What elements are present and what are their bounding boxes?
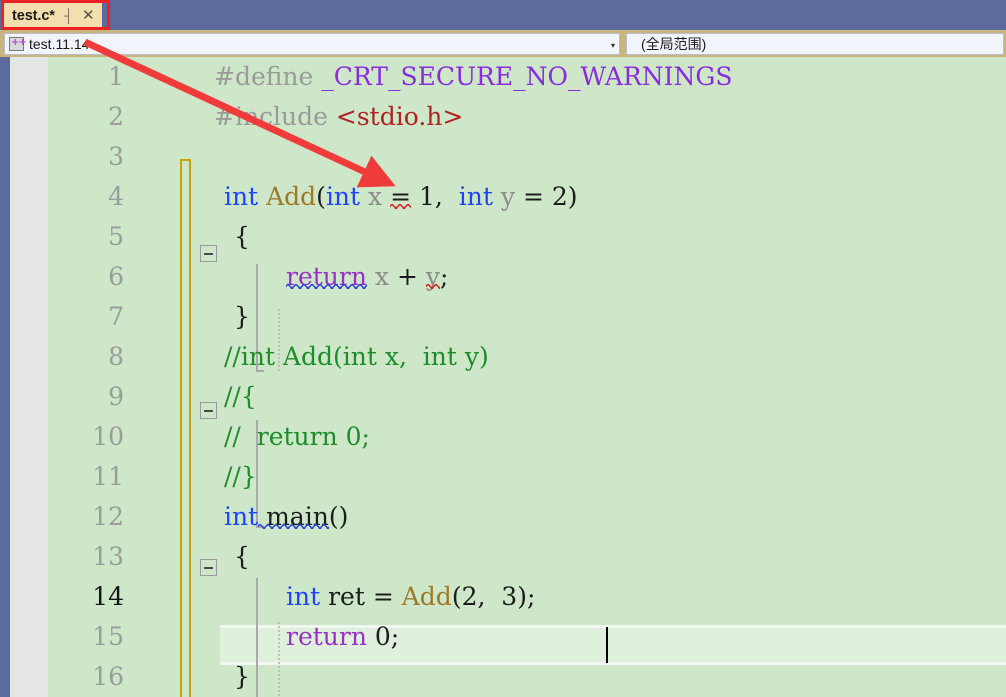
token-var-y-error: y	[425, 262, 440, 291]
chevron-down-icon[interactable]: ▾	[611, 34, 615, 56]
editor-breakpoint-gutter[interactable]	[10, 57, 48, 697]
code-editor[interactable]: 1 #define _CRT_SECURE_NO_WARNINGS 2 #inc…	[0, 57, 1006, 697]
token-return-keyword: return	[286, 262, 367, 291]
code-text: #include <stdio.h>	[214, 97, 463, 137]
code-text: //{	[224, 382, 257, 411]
code-text: int Add(int x = 1, int y = 2)	[224, 177, 578, 217]
editor-left-accent-strip	[0, 57, 10, 697]
code-text: }	[234, 302, 250, 331]
member-scope-value: (全局范围)	[641, 36, 707, 52]
code-line-2[interactable]: 2 #include <stdio.h>	[48, 97, 1006, 137]
line-number: 12	[92, 502, 124, 531]
token-call-add: Add	[401, 582, 452, 611]
tab-test-c[interactable]: test.c* ┤ ✕	[3, 2, 102, 28]
line-number: 4	[108, 182, 124, 211]
token-keyword-int: int	[224, 502, 259, 531]
line-number: 15	[92, 622, 124, 651]
token-header-name: <stdio.h>	[327, 102, 464, 131]
line-number: 11	[92, 462, 124, 491]
pin-icon[interactable]: ┤	[64, 9, 73, 22]
line-number: 5	[108, 222, 124, 251]
code-text: // return 0;	[224, 422, 370, 451]
token-param-y: y	[492, 182, 523, 211]
code-text: return 0;	[286, 617, 399, 657]
code-line-15[interactable]: 15 return 0;	[48, 617, 1006, 657]
token-macro-name: _CRT_SECURE_NO_WARNINGS	[313, 62, 733, 91]
token-return-value: 0;	[366, 622, 400, 651]
code-line-16[interactable]: 16 }	[48, 657, 1006, 697]
code-line-1[interactable]: 1 #define _CRT_SECURE_NO_WARNINGS	[48, 57, 1006, 97]
code-text: {	[234, 222, 250, 251]
code-line-7[interactable]: 7 }	[48, 297, 1006, 337]
token-keyword-int: int	[458, 182, 493, 211]
code-line-4[interactable]: 4 int Add(int x = 1, int y = 2)	[48, 177, 1006, 217]
code-line-6[interactable]: 6 return x + y;	[48, 257, 1006, 297]
editor-navigation-bar: test.11.14 ▾ (全局范围)	[0, 30, 1006, 57]
line-number: 16	[92, 662, 124, 691]
line-number: 10	[92, 422, 124, 451]
line-number: 1	[108, 62, 124, 91]
text-caret	[606, 627, 608, 663]
code-text: //}	[224, 462, 257, 491]
code-text: #define _CRT_SECURE_NO_WARNINGS	[214, 57, 733, 97]
token-paren-close: )	[567, 182, 578, 211]
token-var-ret: ret =	[320, 582, 402, 611]
code-line-11[interactable]: 11 //}	[48, 457, 1006, 497]
cpp-file-icon	[9, 36, 26, 51]
code-line-5[interactable]: 5 {	[48, 217, 1006, 257]
token-operator-plus: +	[396, 262, 426, 291]
token-function-main: main	[258, 502, 329, 531]
line-number: 8	[108, 342, 124, 371]
editor-tab-strip: test.c* ┤ ✕	[0, 0, 1006, 30]
token-var-x: x	[366, 262, 397, 291]
code-text: }	[234, 662, 250, 691]
line-number: 14	[92, 582, 124, 611]
token-call-args: (2, 3);	[451, 582, 536, 611]
code-lines-container[interactable]: 1 #define _CRT_SECURE_NO_WARNINGS 2 #inc…	[48, 57, 1006, 697]
token-return-keyword: return	[286, 622, 367, 651]
close-icon[interactable]: ✕	[82, 8, 95, 23]
code-text: int ret = Add(2, 3);	[286, 577, 535, 617]
line-number: 2	[108, 102, 124, 131]
token-keyword-int: int	[286, 582, 321, 611]
line-number: 3	[108, 142, 124, 171]
token-function-add: Add	[258, 182, 317, 211]
code-line-12[interactable]: 12 int main()	[48, 497, 1006, 537]
code-text: int main()	[224, 497, 348, 537]
token-default-value-2: = 2	[522, 182, 568, 211]
code-text: //int Add(int x, int y)	[224, 342, 489, 371]
line-number: 13	[92, 542, 124, 571]
code-line-9[interactable]: 9 //{	[48, 377, 1006, 417]
code-line-8[interactable]: 8 //int Add(int x, int y)	[48, 337, 1006, 377]
code-text: return x + y;	[286, 257, 448, 297]
token-default-value: 1,	[411, 182, 459, 211]
line-number: 7	[108, 302, 124, 331]
token-keyword-int: int	[224, 182, 259, 211]
tab-label: test.c*	[12, 7, 55, 24]
line-number: 6	[108, 262, 124, 291]
token-semicolon: ;	[439, 262, 449, 291]
code-text: {	[234, 542, 250, 571]
member-scope-dropdown[interactable]: (全局范围)	[626, 33, 1004, 55]
code-line-13[interactable]: 13 {	[48, 537, 1006, 577]
code-line-3[interactable]: 3	[48, 137, 1006, 177]
line-number: 9	[108, 382, 124, 411]
code-line-14[interactable]: 14 int ret = Add(2, 3);	[48, 577, 1006, 617]
token-preprocessor: #define	[214, 62, 314, 91]
token-keyword-int: int	[325, 182, 361, 211]
token-param-x: x	[360, 182, 391, 211]
token-assign-error: =	[390, 182, 412, 211]
token-paren: (	[316, 182, 326, 211]
token-preprocessor: #include	[214, 102, 328, 131]
token-parens: ()	[328, 502, 349, 531]
file-scope-dropdown[interactable]: test.11.14 ▾	[4, 33, 620, 55]
code-line-10[interactable]: 10 // return 0;	[48, 417, 1006, 457]
file-scope-value: test.11.14	[29, 36, 90, 52]
